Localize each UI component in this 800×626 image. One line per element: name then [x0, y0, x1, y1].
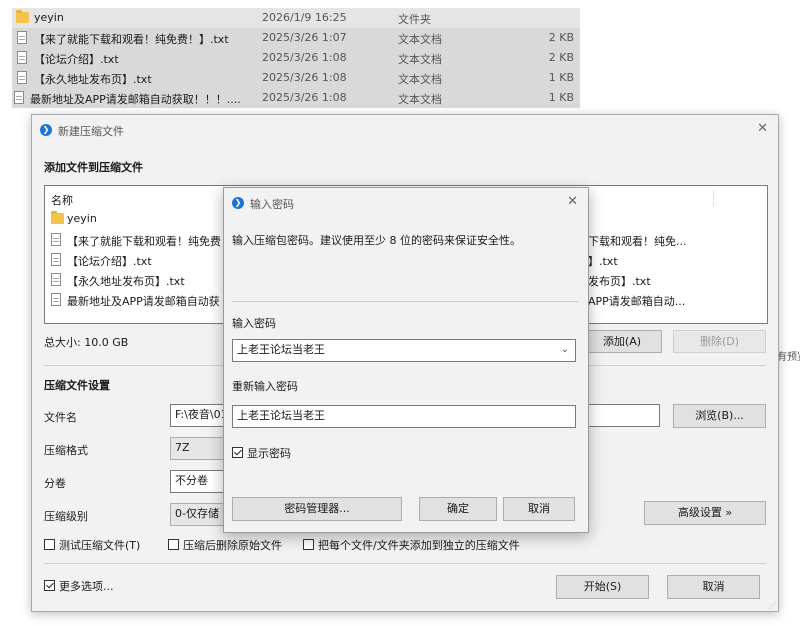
- list-item-right: 发布页】.txt: [588, 275, 651, 288]
- resize-grip-icon[interactable]: ⋰: [768, 601, 776, 610]
- folder-icon: [16, 10, 29, 23]
- confirm-password-input[interactable]: 上老王论坛当老王: [232, 405, 576, 428]
- list-item-right: 】.txt: [588, 255, 618, 268]
- list-item[interactable]: yeyin: [51, 210, 211, 229]
- explorer-row-type: 文本文档: [398, 53, 442, 66]
- list-item[interactable]: 【论坛介绍】.txt: [51, 251, 221, 270]
- close-icon[interactable]: ✕: [567, 194, 578, 209]
- explorer-row-date: 2025/3/26 1:07: [262, 31, 347, 44]
- text-file-icon: [17, 51, 27, 64]
- list-item-label: yeyin: [67, 212, 97, 225]
- explorer-row-type: 文本文档: [398, 93, 442, 106]
- test-archive-label: 测试压缩文件(T): [59, 539, 141, 552]
- list-item-label: 最新地址及APP请发邮箱自动获: [67, 295, 220, 308]
- explorer-row-date: 2025/3/26 1:08: [262, 71, 347, 84]
- explorer-row-type: 文本文档: [398, 33, 442, 46]
- list-item[interactable]: 最新地址及APP请发邮箱自动获: [51, 291, 221, 310]
- delete-after-label: 压缩后删除原始文件: [183, 539, 282, 552]
- archive-settings-heading: 压缩文件设置: [44, 379, 110, 392]
- divider: [44, 563, 766, 564]
- explorer-row[interactable]: 【论坛介绍】.txt 2025/3/26 1:08 文本文档 2 KB: [12, 48, 580, 68]
- explorer-row[interactable]: 最新地址及APP请发邮箱自动获取！！！.... 2025/3/26 1:08 文…: [12, 88, 580, 108]
- column-divider: [713, 190, 714, 206]
- divider: [232, 301, 578, 302]
- level-label: 压缩级别: [44, 510, 88, 523]
- explorer-row-type: 文本文档: [398, 73, 442, 86]
- password-cancel-button[interactable]: 取消: [503, 497, 575, 521]
- cancel-button[interactable]: 取消: [667, 575, 760, 599]
- volume-select[interactable]: 不分卷: [170, 470, 230, 493]
- list-item-right: 下载和观看！纯免...: [588, 235, 687, 248]
- browse-button[interactable]: 浏览(B)...: [673, 404, 766, 428]
- format-select[interactable]: 7Z: [170, 437, 230, 460]
- close-icon[interactable]: ✕: [757, 121, 768, 136]
- explorer-row-type: 文件夹: [398, 13, 431, 26]
- explorer-row-name: 【永久地址发布页】.txt: [34, 73, 152, 86]
- explorer-row-size: 1 KB: [548, 71, 574, 84]
- more-options-label: 更多选项...: [59, 580, 114, 593]
- text-file-icon: [17, 71, 27, 84]
- explorer-row-name: 【来了就能下载和观看！纯免费！】.txt: [34, 33, 229, 46]
- password-dialog-title: 输入密码: [250, 198, 294, 211]
- explorer-row-size: 1 KB: [548, 91, 574, 104]
- password-dialog: ❯ 输入密码 ✕ 输入压缩包密码。建议使用至少 8 位的密码来保证安全性。 输入…: [223, 187, 589, 533]
- explorer-row-date: 2026/1/9 16:25: [262, 11, 347, 24]
- list-item-right: APP请发邮箱自动...: [588, 295, 686, 308]
- show-password-checkbox[interactable]: [232, 447, 243, 458]
- list-item[interactable]: 【永久地址发布页】.txt: [51, 271, 221, 290]
- text-file-icon: [51, 293, 61, 306]
- chevron-down-icon[interactable]: ⌄: [561, 340, 569, 360]
- app-logo-icon: ❯: [40, 124, 52, 136]
- start-button[interactable]: 开始(S): [556, 575, 649, 599]
- text-file-icon: [51, 273, 61, 286]
- more-options-checkbox[interactable]: [44, 580, 55, 591]
- password-label: 输入密码: [232, 317, 276, 330]
- test-archive-checkbox[interactable]: [44, 539, 55, 550]
- text-file-icon: [51, 253, 61, 266]
- explorer-row-size: 2 KB: [548, 31, 574, 44]
- text-file-icon: [14, 91, 24, 104]
- explorer-row[interactable]: yeyin 2026/1/9 16:25 文件夹: [12, 8, 580, 28]
- volume-label: 分卷: [44, 477, 66, 490]
- total-size: 总大小: 10.0 GB: [44, 336, 129, 349]
- explorer-row-name: 【论坛介绍】.txt: [34, 53, 119, 66]
- password-manager-button[interactable]: 密码管理器...: [232, 497, 402, 521]
- dialog-title: 新建压缩文件: [58, 125, 124, 138]
- list-item[interactable]: 【来了就能下载和观看！纯免费: [51, 231, 221, 250]
- filename-label: 文件名: [44, 411, 77, 424]
- ok-button[interactable]: 确定: [419, 497, 497, 521]
- column-header-name[interactable]: 名称: [51, 192, 73, 208]
- explorer-row[interactable]: 【永久地址发布页】.txt 2025/3/26 1:08 文本文档 1 KB: [12, 68, 580, 88]
- delete-button[interactable]: 删除(D): [673, 330, 766, 353]
- explorer-row-name: 最新地址及APP请发邮箱自动获取！！！....: [30, 93, 241, 106]
- text-file-icon: [17, 31, 27, 44]
- explorer-row-size: 2 KB: [548, 51, 574, 64]
- delete-after-checkbox[interactable]: [168, 539, 179, 550]
- folder-icon: [51, 211, 64, 224]
- password-value: 上老王论坛当老王: [237, 343, 325, 356]
- list-item-label: 【来了就能下载和观看！纯免费: [67, 235, 221, 248]
- level-select[interactable]: 0-仅存储: [170, 503, 230, 526]
- list-item-label: 【永久地址发布页】.txt: [67, 275, 185, 288]
- explorer-row-date: 2025/3/26 1:08: [262, 51, 347, 64]
- advanced-settings-button[interactable]: 高级设置 »: [644, 501, 766, 525]
- add-button[interactable]: 添加(A): [582, 330, 662, 353]
- list-item-label: 【论坛介绍】.txt: [67, 255, 152, 268]
- explorer-side-text: 有预览: [777, 352, 800, 363]
- text-file-icon: [51, 233, 61, 246]
- password-input[interactable]: 上老王论坛当老王 ⌄: [232, 339, 576, 362]
- explorer-row-date: 2025/3/26 1:08: [262, 91, 347, 104]
- explorer-row-name: yeyin: [34, 11, 64, 24]
- separate-archives-label: 把每个文件/文件夹添加到独立的压缩文件: [318, 539, 520, 552]
- confirm-password-label: 重新输入密码: [232, 380, 298, 393]
- explorer-row[interactable]: 【来了就能下载和观看！纯免费！】.txt 2025/3/26 1:07 文本文档…: [12, 28, 580, 48]
- add-files-heading: 添加文件到压缩文件: [44, 161, 143, 174]
- format-label: 压缩格式: [44, 444, 88, 457]
- password-description: 输入压缩包密码。建议使用至少 8 位的密码来保证安全性。: [232, 234, 521, 247]
- app-logo-icon: ❯: [232, 197, 244, 209]
- separate-archives-checkbox[interactable]: [303, 539, 314, 550]
- show-password-label: 显示密码: [247, 447, 291, 460]
